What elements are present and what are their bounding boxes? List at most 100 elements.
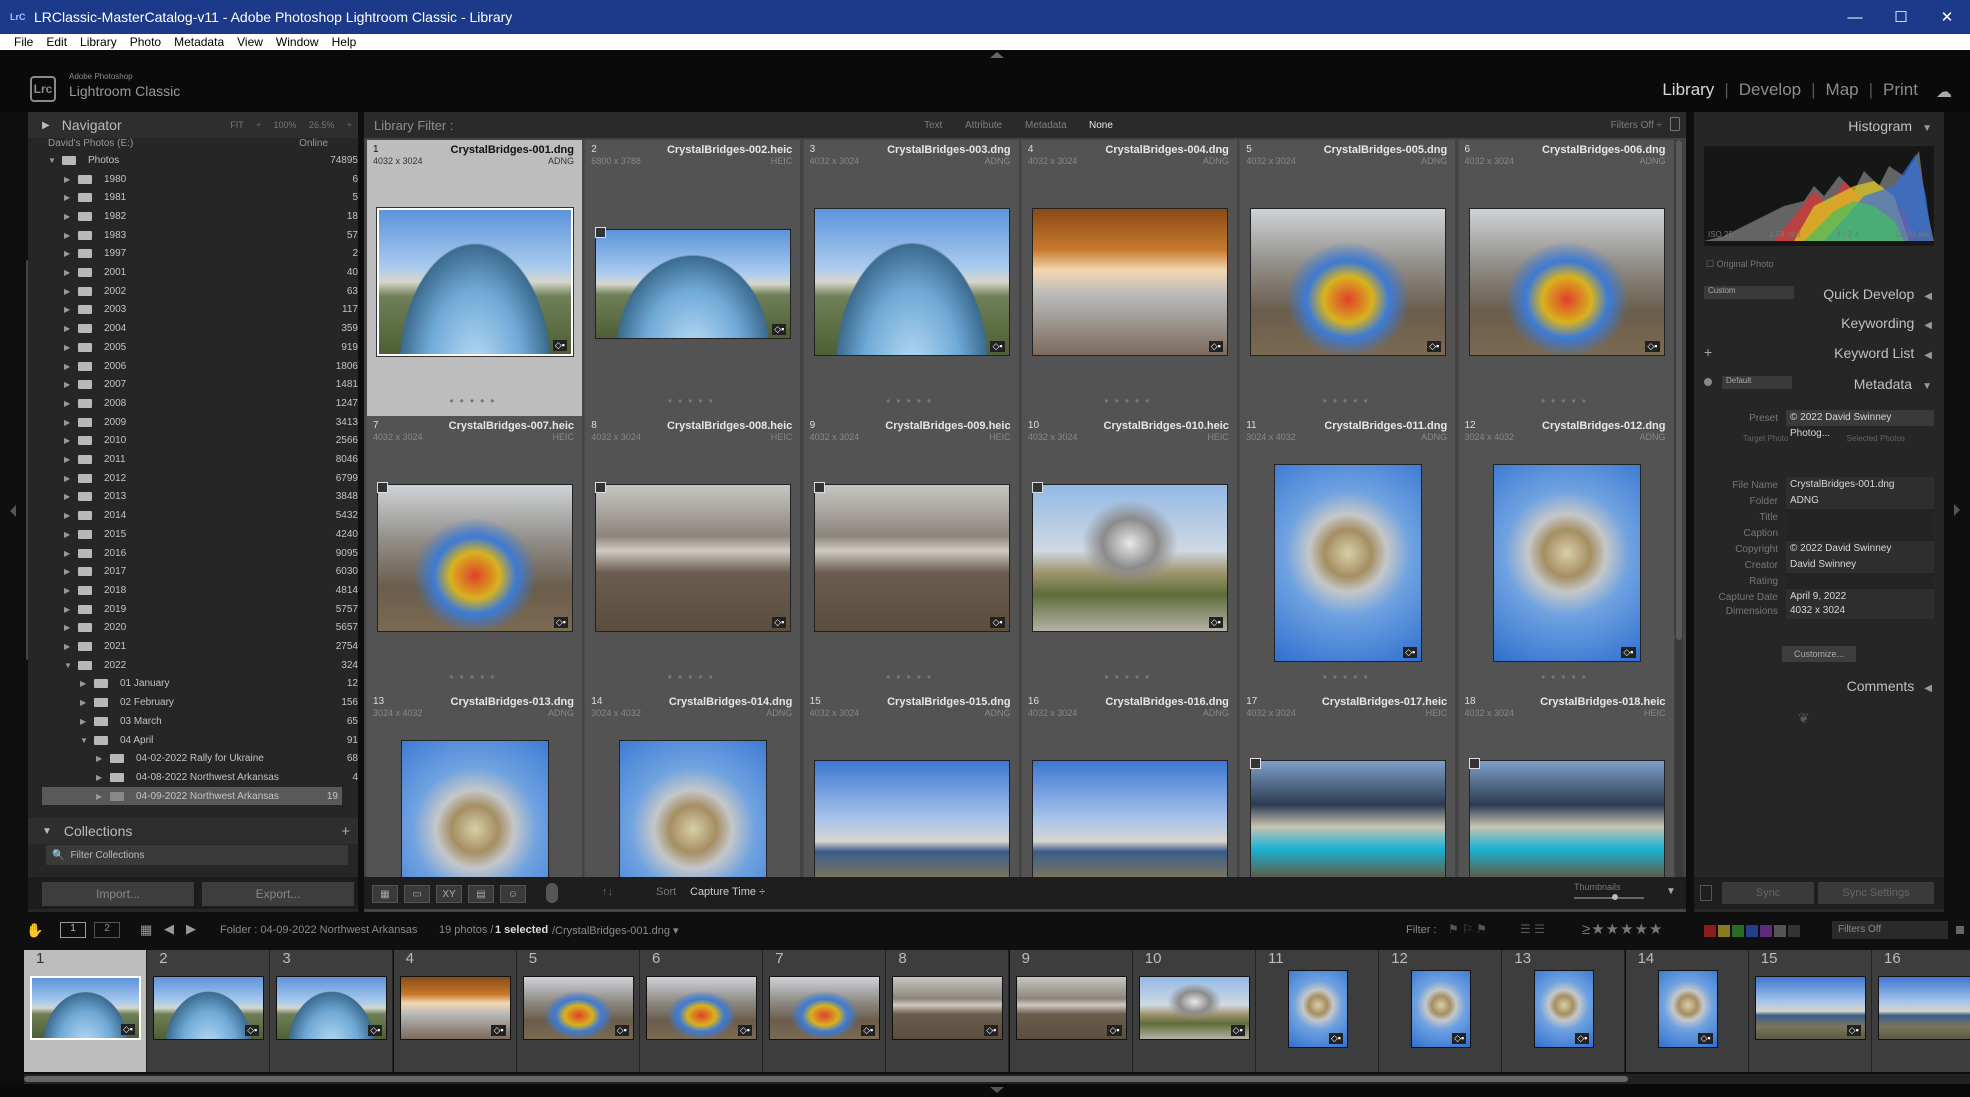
navigator-header[interactable]: ▶ Navigator FIT ÷ 100% 26.5% ÷ xyxy=(28,112,358,138)
filmstrip-cell[interactable]: 3 ◇▪ xyxy=(270,950,394,1072)
folder-2005[interactable]: ▶ 2005 919 xyxy=(48,338,380,357)
import-button[interactable]: Import... xyxy=(42,882,194,906)
photo-thumbnail[interactable]: ◇▪ xyxy=(595,229,792,339)
histogram-header[interactable]: Histogram ▼ xyxy=(1848,118,1932,134)
close-button[interactable]: ✕ xyxy=(1924,8,1970,26)
filmstrip-filters-dropdown[interactable]: Filters Off xyxy=(1832,921,1948,939)
filter-metadata[interactable]: Metadata xyxy=(1025,120,1067,131)
filmstrip-thumbnail[interactable]: ◇▪ xyxy=(1534,970,1595,1048)
compare-view-icon[interactable]: XY xyxy=(436,885,462,903)
thumbnail-size-handle[interactable] xyxy=(1612,894,1618,900)
folder-expand-icon[interactable]: ▶ xyxy=(96,754,110,763)
menu-help[interactable]: Help xyxy=(332,35,357,49)
sync-toggle-icon[interactable] xyxy=(1700,885,1712,901)
photo-thumbnail[interactable]: ◇▪ xyxy=(1274,464,1423,662)
folder-expand-icon[interactable]: ▼ xyxy=(48,156,62,165)
flag-filter-icons[interactable]: ⚑ ⚐ ⚑ xyxy=(1448,922,1487,936)
grid-cell[interactable]: 1 CrystalBridges-001.dng 4032 x 3024 ADNG ◇▪… xyxy=(366,140,582,416)
metadata-value[interactable] xyxy=(1786,573,1934,589)
folder-1980[interactable]: ▶ 1980 6 xyxy=(48,170,380,189)
metadata-value[interactable]: David Swinney xyxy=(1786,557,1934,573)
module-develop[interactable]: Develop xyxy=(1739,80,1801,100)
metadata-value[interactable]: © 2022 David Swinney xyxy=(1786,541,1934,557)
folder-2020[interactable]: ▶ 2020 5657 xyxy=(48,619,380,638)
grid-cell[interactable]: 6 CrystalBridges-006.dng 4032 x 3024 ADNG ◇▪… xyxy=(1457,140,1675,416)
filmstrip-scrollbar[interactable] xyxy=(24,1074,1970,1084)
folder-2011[interactable]: ▶ 2011 8046 xyxy=(48,450,380,469)
folder-month-3[interactable]: ▶ 03 March 65 xyxy=(48,712,380,731)
folder-2010[interactable]: ▶ 2010 2566 xyxy=(48,432,380,451)
metadata-value[interactable] xyxy=(1786,509,1934,525)
volume-header[interactable]: David's Photos (E:) Online xyxy=(48,138,338,150)
rating-dots[interactable]: ••••• xyxy=(1459,670,1675,684)
filmstrip-cell[interactable]: 1 ◇▪ xyxy=(24,950,147,1072)
folder-day-1[interactable]: ▶ 04-02-2022 Rally for Ukraine 68 xyxy=(48,749,380,768)
grid-view-icon[interactable]: ▦ xyxy=(372,885,398,903)
folder-expand-icon[interactable]: ▼ xyxy=(64,661,78,670)
custom-label-filter[interactable] xyxy=(1774,925,1786,937)
grid-cell[interactable]: 3 CrystalBridges-003.dng 4032 x 3024 ADNG ◇▪… xyxy=(802,140,1019,416)
rating-dots[interactable]: ••••• xyxy=(367,394,583,408)
folder-expand-icon[interactable]: ▶ xyxy=(64,175,78,184)
folder-expand-icon[interactable]: ▶ xyxy=(96,773,110,782)
preset-value[interactable]: © 2022 David Swinney Photog... xyxy=(1786,410,1934,439)
grid-cell[interactable]: 7 CrystalBridges-007.heic 4032 x 3024 HEIC ◇… xyxy=(366,416,582,692)
filmstrip-thumbnail[interactable]: ◇▪ xyxy=(276,976,388,1040)
folder-expand-icon[interactable]: ▶ xyxy=(64,343,78,352)
no-label-filter[interactable] xyxy=(1788,925,1800,937)
photo-thumbnail[interactable]: ◇▪ xyxy=(1031,484,1228,632)
painter-icon[interactable] xyxy=(546,883,558,903)
rating-filter-stars[interactable]: ≥★★★★★ xyxy=(1582,920,1663,938)
rating-dots[interactable]: ••••• xyxy=(585,670,801,684)
folder-expand-icon[interactable]: ▶ xyxy=(64,212,78,221)
grid-cell[interactable]: 16CrystalBridges-016.dng4032 x 3024ADNG◇… xyxy=(1020,692,1237,908)
metadata-value[interactable]: CrystalBridges-001.dng xyxy=(1786,477,1934,493)
filmstrip-cell[interactable]: 10 ◇▪ xyxy=(1132,950,1256,1072)
rating-dots[interactable]: ••••• xyxy=(1459,394,1675,408)
quick-develop-header[interactable]: Quick Develop ◀ xyxy=(1823,286,1932,302)
folder-2009[interactable]: ▶ 2009 3413 xyxy=(48,413,380,432)
module-library[interactable]: Library xyxy=(1662,80,1714,100)
folder-expand-icon[interactable]: ▶ xyxy=(64,249,78,258)
survey-view-icon[interactable]: ▤ xyxy=(468,885,494,903)
filmstrip-thumbnail[interactable]: ◇▪ xyxy=(522,976,634,1040)
selected-photos-tab[interactable]: Selected Photos xyxy=(1847,434,1905,446)
folder-2004[interactable]: ▶ 2004 359 xyxy=(48,319,380,338)
filmstrip-scroll-thumb[interactable] xyxy=(24,1076,1628,1082)
folder-2015[interactable]: ▶ 2015 4240 xyxy=(48,525,380,544)
left-panel-toggle-icon[interactable] xyxy=(10,505,16,517)
menu-metadata[interactable]: Metadata xyxy=(174,35,224,49)
grid-cell[interactable]: 13CrystalBridges-013.dng3024 x 4032ADNG◇… xyxy=(366,692,582,908)
filmstrip-cell[interactable]: 12 ◇▪ xyxy=(1379,950,1503,1072)
right-panel-toggle-icon[interactable] xyxy=(1954,504,1960,516)
grid-scroll-thumb[interactable] xyxy=(1676,140,1682,640)
folder-photos[interactable]: ▼ Photos 74895 xyxy=(48,151,380,170)
grid-cell[interactable]: 14CrystalBridges-014.dng3024 x 4032ADNG◇… xyxy=(584,692,801,908)
filters-off-dropdown[interactable]: Filters Off ÷ xyxy=(1611,120,1662,131)
filter-collections-field[interactable]: 🔍 Filter Collections xyxy=(46,845,348,865)
grid-cell[interactable]: 15CrystalBridges-015.dng4032 x 3024ADNG◇… xyxy=(802,692,1019,908)
filmstrip-cell[interactable]: 13 ◇▪ xyxy=(1502,950,1626,1072)
folder-expand-icon[interactable]: ▼ xyxy=(80,736,94,745)
filmstrip-thumbnail[interactable]: ◇▪ xyxy=(1015,976,1127,1040)
forward-arrow-icon[interactable]: ▶ xyxy=(186,921,196,937)
grid-scrollbar[interactable] xyxy=(1675,140,1683,908)
filmstrip-cell[interactable]: 14 ◇▪ xyxy=(1625,950,1749,1072)
folder-2007[interactable]: ▶ 2007 1481 xyxy=(48,375,380,394)
folder-expand-icon[interactable]: ▶ xyxy=(64,418,78,427)
folder-2017[interactable]: ▶ 2017 6030 xyxy=(48,562,380,581)
photo-thumbnail[interactable]: ◇▪ xyxy=(813,484,1010,632)
folder-expand-icon[interactable]: ▶ xyxy=(64,586,78,595)
folder-expand-icon[interactable]: ▶ xyxy=(64,511,78,520)
filter-attribute[interactable]: Attribute xyxy=(965,120,1002,131)
thumbnail-size-slider[interactable] xyxy=(1574,897,1644,899)
filmstrip-cell[interactable]: 16 ◇▪ xyxy=(1872,950,1970,1072)
filmstrip-cell[interactable]: 5 ◇▪ xyxy=(516,950,640,1072)
keyword-list-header[interactable]: Keyword List ◀ xyxy=(1834,345,1932,361)
add-collection-icon[interactable]: + xyxy=(341,823,350,840)
folder-month-2[interactable]: ▶ 02 February 156 xyxy=(48,693,380,712)
grid-cell[interactable]: 8 CrystalBridges-008.heic 4032 x 3024 HEIC ◇… xyxy=(584,416,801,692)
metadata-value[interactable] xyxy=(1786,525,1934,541)
rating-dots[interactable]: ••••• xyxy=(1240,394,1456,408)
filmstrip-toggle-icon[interactable] xyxy=(990,1087,1004,1093)
